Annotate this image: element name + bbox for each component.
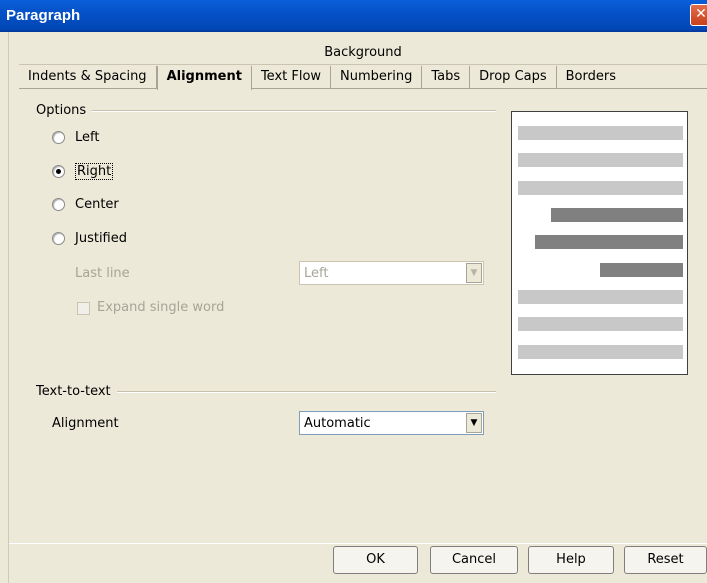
last-line-label: Last line — [75, 266, 130, 281]
radio-justified-button[interactable] — [52, 231, 65, 245]
preview-line — [518, 345, 683, 359]
close-button[interactable]: ✕ — [690, 4, 707, 26]
radio-center-button[interactable] — [52, 197, 65, 211]
radio-center-label: Center — [75, 196, 119, 212]
alignment-preview — [511, 111, 688, 375]
cancel-button[interactable]: Cancel — [430, 546, 518, 574]
tab-text-flow[interactable]: Text Flow — [252, 66, 332, 88]
tab-row-back: Background — [19, 42, 707, 65]
preview-line — [518, 290, 683, 304]
tab-indents-spacing[interactable]: Indents & Spacing — [19, 66, 157, 88]
preview-line — [518, 153, 683, 167]
text-to-text-group-label: Text-to-text — [36, 384, 117, 399]
preview-line-current — [551, 208, 683, 222]
radio-left-label: Left — [75, 129, 100, 145]
radio-left[interactable]: Left — [52, 127, 99, 147]
expand-single-word-label: Expand single word — [97, 300, 225, 315]
radio-justified-label: Justified — [75, 230, 127, 246]
radio-right-label: Right — [75, 162, 114, 180]
title-bar: Paragraph ✕ — [0, 0, 707, 32]
alignment-label: Alignment — [52, 416, 119, 431]
chevron-down-icon: ▼ — [466, 263, 482, 283]
tab-borders[interactable]: Borders — [557, 66, 625, 88]
preview-line — [518, 181, 683, 195]
radio-right[interactable]: Right — [52, 161, 114, 181]
preview-line-current — [535, 235, 683, 249]
radio-center[interactable]: Center — [52, 194, 119, 214]
preview-line — [518, 317, 683, 331]
last-line-select[interactable]: Left ▼ — [299, 261, 484, 285]
tab-tabs[interactable]: Tabs — [422, 66, 471, 88]
text-alignment-select[interactable]: Automatic ▼ — [299, 411, 484, 435]
text-alignment-value: Automatic — [304, 415, 371, 431]
window-title: Paragraph — [6, 7, 81, 24]
last-line-value: Left — [304, 265, 329, 281]
tab-numbering[interactable]: Numbering — [331, 66, 423, 88]
chevron-down-icon: ▼ — [466, 413, 482, 433]
expand-single-word-checkbox[interactable] — [77, 302, 90, 315]
help-button[interactable]: Help — [528, 546, 614, 574]
window-frame-left — [0, 32, 9, 583]
radio-left-button[interactable] — [52, 130, 65, 144]
paragraph-dialog: Paragraph ✕ Background Indents & Spacing… — [0, 0, 707, 583]
tab-row-front: Indents & Spacing Alignment Text Flow Nu… — [19, 66, 707, 90]
radio-right-button[interactable] — [52, 164, 65, 178]
tab-background[interactable]: Background — [315, 42, 411, 64]
ok-button[interactable]: OK — [333, 546, 418, 574]
options-group-label: Options — [36, 103, 93, 118]
tab-drop-caps[interactable]: Drop Caps — [470, 66, 557, 88]
preview-line-current — [600, 263, 683, 277]
reset-button[interactable]: Reset — [624, 546, 707, 574]
preview-line — [518, 126, 683, 140]
tab-alignment[interactable]: Alignment — [156, 66, 252, 90]
options-group-line — [36, 110, 496, 112]
radio-justified[interactable]: Justified — [52, 228, 127, 248]
